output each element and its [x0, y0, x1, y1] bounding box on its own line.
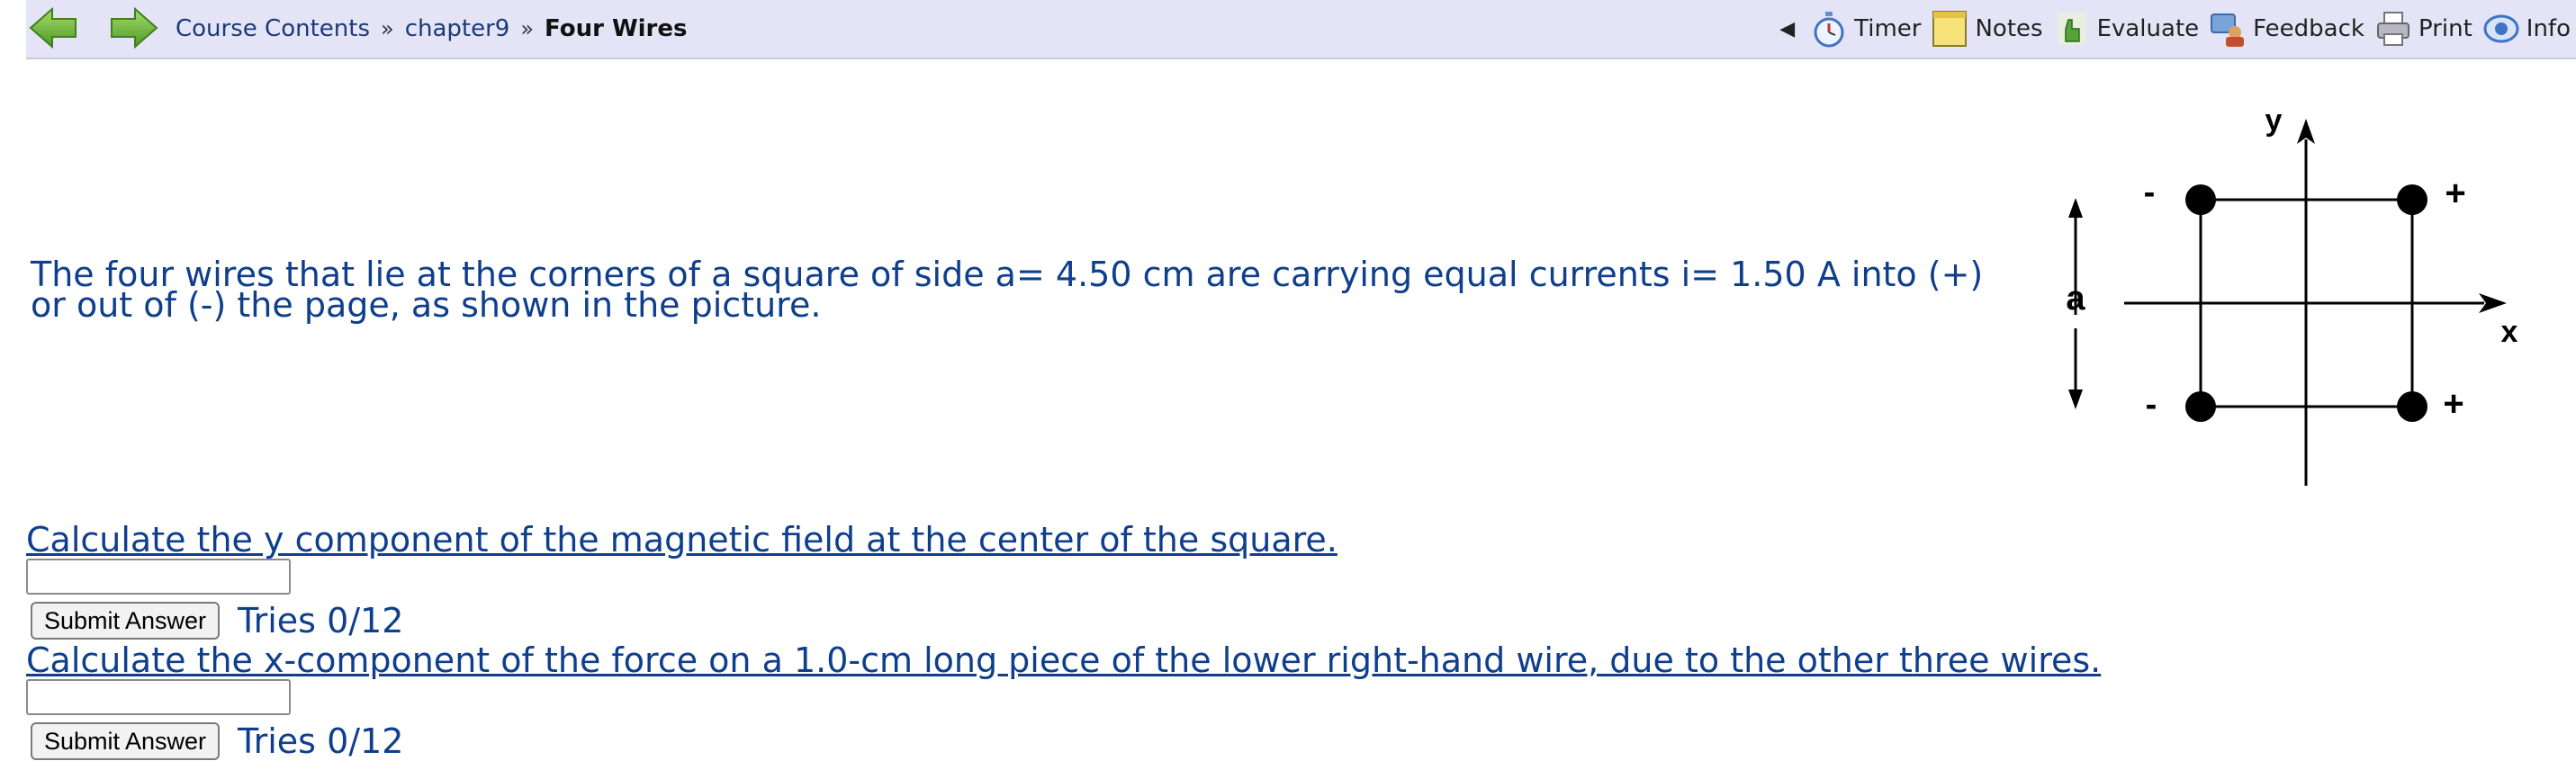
feedback-button[interactable]: Feedback [2210, 9, 2364, 49]
question-1-submit-button[interactable]: Submit Answer [31, 602, 220, 640]
info-label: Info [2526, 15, 2571, 42]
breadcrumb-current-page: Four Wires [545, 15, 688, 42]
info-eye-icon [2483, 14, 2519, 43]
wire-top-left [2185, 184, 2216, 215]
wire-bottom-right [2397, 391, 2427, 422]
question-2-submit-button[interactable]: Submit Answer [31, 722, 220, 760]
sign-bottom-left: - [2146, 386, 2157, 424]
timer-button[interactable]: Timer [1811, 9, 1921, 49]
print-button[interactable]: Print [2375, 9, 2472, 49]
question-1-answer-input[interactable] [26, 559, 291, 595]
question-1-tries-counter: Tries 0/12 [238, 601, 404, 640]
feedback-icon [2211, 13, 2245, 47]
back-arrow-icon[interactable] [28, 5, 78, 50]
sign-top-left: - [2144, 174, 2156, 211]
x-axis-label: x [2501, 315, 2518, 349]
problem-statement: The four wires that lie at the corners o… [31, 255, 1984, 325]
timer-label: Timer [1854, 15, 1922, 42]
four-wires-diagram: a x y - + - + [2066, 103, 2518, 486]
top-navigation-bar: Course Contents » chapter9 » Four Wires … [26, 0, 2576, 59]
feedback-label: Feedback [2253, 15, 2364, 42]
forward-arrow-icon[interactable] [109, 5, 159, 50]
breadcrumb-separator: » [381, 16, 394, 41]
wire-top-right [2397, 184, 2427, 215]
breadcrumb-separator: » [520, 16, 535, 41]
breadcrumb-chapter[interactable]: chapter9 [405, 15, 510, 42]
info-button[interactable]: Info [2483, 9, 2571, 49]
print-label: Print [2418, 15, 2472, 42]
sign-top-right: + [2445, 174, 2465, 213]
notes-button[interactable]: Notes [1932, 9, 2043, 49]
notepad-icon [1932, 11, 1968, 47]
printer-icon [2376, 12, 2409, 46]
collapse-toolbar-icon[interactable]: ◀ [1779, 18, 1795, 40]
breadcrumb-course-contents[interactable]: Course Contents [176, 15, 370, 42]
evaluate-icon [2057, 13, 2086, 45]
evaluate-button[interactable]: Evaluate [2054, 9, 2200, 49]
toolbar: ◀ Timer Notes Evaluate Feedback Print In… [1779, 0, 2576, 58]
y-axis-label: y [2265, 103, 2283, 138]
question-2-tries-counter: Tries 0/12 [238, 721, 404, 761]
notes-label: Notes [1975, 15, 2043, 42]
question-1-prompt: Calculate the y component of the magneti… [26, 520, 1338, 560]
side-length-label: a [2066, 280, 2085, 318]
question-2-prompt: Calculate the x-component of the force o… [26, 640, 2102, 680]
question-2-answer-input[interactable] [26, 679, 291, 715]
sign-bottom-right: + [2443, 384, 2463, 424]
wire-bottom-left [2185, 391, 2216, 422]
evaluate-label: Evaluate [2096, 15, 2200, 42]
breadcrumb: Course Contents » chapter9 » Four Wires [176, 0, 688, 58]
stopwatch-icon [1814, 12, 1844, 48]
